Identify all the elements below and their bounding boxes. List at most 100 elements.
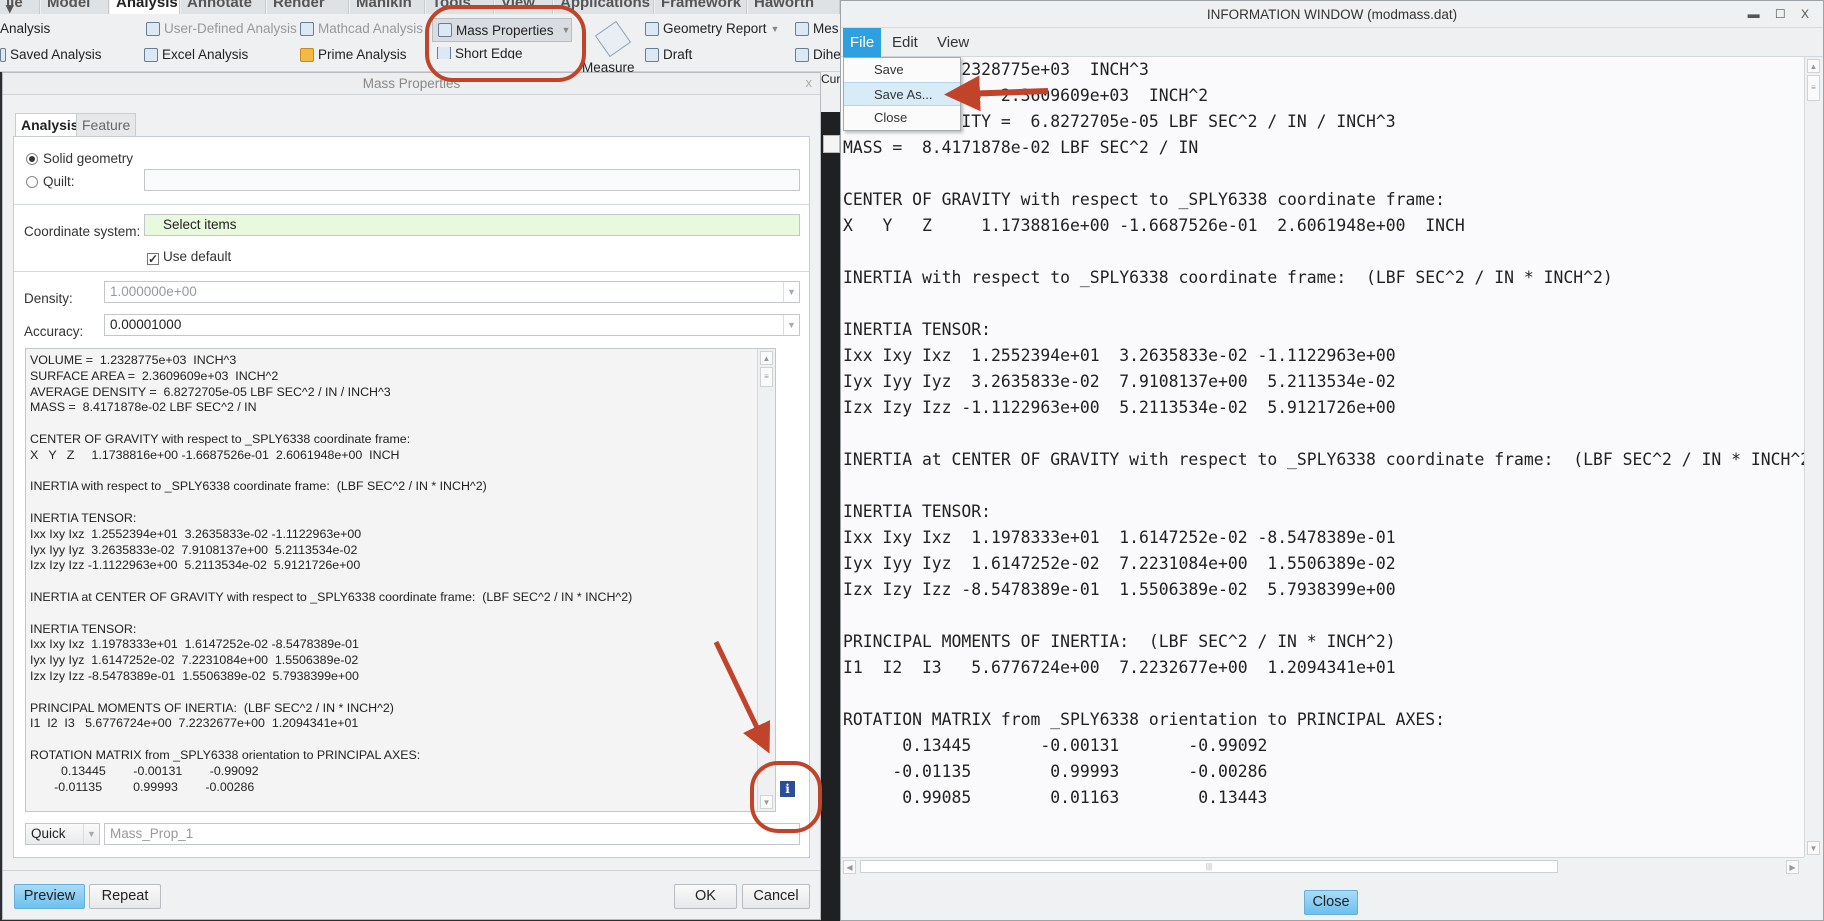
scroll-thumb[interactable]: ≡ — [760, 367, 773, 387]
horizontal-scrollbar[interactable]: ◀ ||| ▶ — [841, 857, 1804, 875]
quilt-radio[interactable]: Quilt: — [26, 174, 75, 189]
tab-applications[interactable]: Applications — [554, 0, 654, 14]
tab-annotate[interactable]: Annotate — [181, 0, 266, 14]
coordinate-system-collector[interactable]: Select items — [144, 214, 800, 236]
tab-model[interactable]: Model — [41, 0, 109, 14]
accuracy-field[interactable]: 0.00001000 ▼ — [104, 314, 800, 336]
use-default-checkbox[interactable]: ✓ Use default — [147, 249, 231, 265]
tab-file[interactable]: ile ▾ — [0, 0, 40, 14]
mode-value: Quick — [31, 826, 66, 841]
scroll-right-icon[interactable]: ▶ — [1786, 860, 1799, 874]
chevron-down-icon[interactable]: ▼ — [562, 25, 571, 35]
information-window: INFORMATION WINDOW (modmass.dat) ▬ ☐ X F… — [840, 0, 1824, 921]
vertical-scrollbar[interactable]: ▲ ≡ ▼ — [757, 349, 775, 811]
analysis-button[interactable]: Analysis — [0, 21, 50, 36]
menu-view[interactable]: View — [930, 28, 976, 57]
draft-button[interactable]: Draft — [645, 47, 692, 62]
text-line — [841, 291, 1804, 317]
tab-view[interactable]: View — [495, 0, 553, 14]
short-edge-button[interactable]: Short Edge — [437, 47, 523, 59]
density-field[interactable]: 1.000000e+00 ▼ — [104, 281, 800, 303]
text-line: Izx Izy Izz -1.1122963e+00 5.2113534e-02… — [30, 558, 361, 573]
prime-analysis-label: Prime Analysis — [318, 47, 407, 62]
text-line: -0.01135 0.99993 -0.00286 — [30, 779, 255, 794]
excel-icon — [144, 47, 158, 62]
text-line: 0.13445 -0.00131 -0.99092 — [30, 763, 259, 778]
text-line: INERTIA TENSOR: — [30, 510, 137, 525]
text-line — [26, 606, 775, 622]
menu-file[interactable]: File — [843, 28, 882, 57]
close-button[interactable]: Close — [1304, 890, 1358, 915]
tab-haworth[interactable]: Haworth — [748, 0, 840, 14]
menu-item-save-as[interactable]: Save As... — [844, 82, 960, 106]
analysis-name-field[interactable]: Mass_Prop_1 — [104, 823, 800, 845]
menu-item-close[interactable]: Close — [844, 106, 960, 130]
scroll-up-icon[interactable]: ▲ — [760, 351, 773, 365]
info-text-area[interactable]: VOLUME = 1.2328775e+03 INCH^3 SURFACE ARE… — [841, 57, 1804, 857]
close-icon[interactable]: x — [806, 75, 813, 90]
chevron-down-icon[interactable]: ▼ — [783, 315, 799, 335]
accuracy-label: Accuracy: — [24, 324, 84, 339]
scroll-thumb[interactable]: ≡ — [1807, 75, 1820, 101]
quilt-field[interactable] — [144, 169, 800, 191]
text-line: SURFACE AREA = 2.3609609e+03 INCH^2 — [30, 368, 279, 383]
repeat-button[interactable]: Repeat — [89, 884, 161, 909]
text-line: I1 I2 I3 5.6776724e+00 7.2232677e+00 1.2… — [30, 716, 359, 731]
chevron-down-icon[interactable]: ▼ — [771, 24, 780, 34]
chevron-down-icon[interactable]: ▼ — [83, 824, 99, 844]
mathcad-analysis-button[interactable]: Mathcad Analysis — [300, 21, 423, 36]
ok-button[interactable]: OK — [674, 884, 737, 909]
radio-icon — [26, 176, 38, 188]
tab-tools[interactable]: Tools — [426, 0, 494, 14]
menu-item-save[interactable]: Save — [844, 58, 960, 82]
vertical-scrollbar[interactable]: ▲ ≡ ▼ — [1804, 57, 1822, 857]
user-defined-analysis-button[interactable]: User-Defined Analysis — [146, 21, 297, 36]
tab-analysis[interactable]: Analysis — [110, 0, 180, 14]
measure-label[interactable]: Measure — [582, 62, 635, 72]
text-line: Iyx Iyy Iyz 3.2635833e-02 7.9108137e+00 … — [843, 372, 1396, 391]
mesh-label: Mes — [813, 21, 839, 36]
ruler-icon[interactable] — [594, 20, 632, 58]
results-lines: VOLUME = 1.2328775e+03 INCH^3 SURFACE ARE… — [26, 349, 775, 795]
text-line — [26, 732, 775, 748]
checkmark-icon: ✓ — [147, 252, 159, 266]
text-line — [841, 421, 1804, 447]
text-line — [841, 473, 1804, 499]
scroll-thumb[interactable]: ||| — [860, 860, 1558, 873]
tab-feature[interactable]: Feature — [76, 113, 137, 136]
short-edge-icon — [437, 47, 451, 59]
dihedral-button[interactable]: Dihe — [795, 47, 841, 62]
saved-analysis-label: Saved Analysis — [10, 47, 102, 62]
tab-render[interactable]: Render — [267, 0, 349, 14]
mode-dropdown[interactable]: Quick ▼ — [25, 823, 100, 845]
geometry-report-button[interactable]: Geometry Report ▼ — [645, 21, 779, 36]
mass-properties-button[interactable]: Mass Properties ▼ — [432, 18, 572, 42]
excel-analysis-button[interactable]: Excel Analysis — [144, 47, 248, 62]
scroll-down-icon[interactable]: ▼ — [1807, 841, 1820, 855]
menu-edit[interactable]: Edit — [885, 28, 925, 57]
mesh-button[interactable]: Mes — [795, 21, 839, 36]
solid-geometry-radio[interactable]: Solid geometry — [26, 151, 133, 166]
tab-framework[interactable]: Framework — [655, 0, 747, 14]
tab-manikin[interactable]: Manikin — [350, 0, 425, 14]
text-line: AVERAGE DENSITY = 6.8272705e-05 LBF SEC^… — [30, 384, 391, 399]
preview-button[interactable]: Preview — [14, 884, 85, 909]
tab-analysis[interactable]: Analysis — [15, 113, 85, 137]
scroll-left-icon[interactable]: ◀ — [843, 860, 856, 874]
info-icon[interactable]: i — [780, 781, 795, 797]
window-title: INFORMATION WINDOW (modmass.dat) — [841, 1, 1823, 28]
cancel-button[interactable]: Cancel — [742, 884, 810, 909]
text-line — [26, 574, 775, 590]
chevron-down-icon[interactable]: ▼ — [783, 282, 799, 302]
scroll-down-icon[interactable]: ▼ — [760, 795, 773, 809]
text-line — [841, 603, 1804, 629]
text-line: CENTER OF GRAVITY with respect to _SPLY6… — [843, 190, 1445, 209]
prime-analysis-button[interactable]: Prime Analysis — [300, 47, 407, 62]
mathcad-icon — [300, 21, 314, 36]
curve-button[interactable]: Curv — [821, 72, 840, 112]
scroll-up-icon[interactable]: ▲ — [1807, 59, 1820, 73]
text-line: INERTIA TENSOR: — [843, 502, 992, 521]
results-text-area[interactable]: VOLUME = 1.2328775e+03 INCH^3 SURFACE ARE… — [25, 348, 776, 812]
window-controls[interactable]: ▬ ☐ X — [1748, 7, 1815, 21]
saved-analysis-button[interactable]: Saved Analysis — [0, 47, 102, 62]
